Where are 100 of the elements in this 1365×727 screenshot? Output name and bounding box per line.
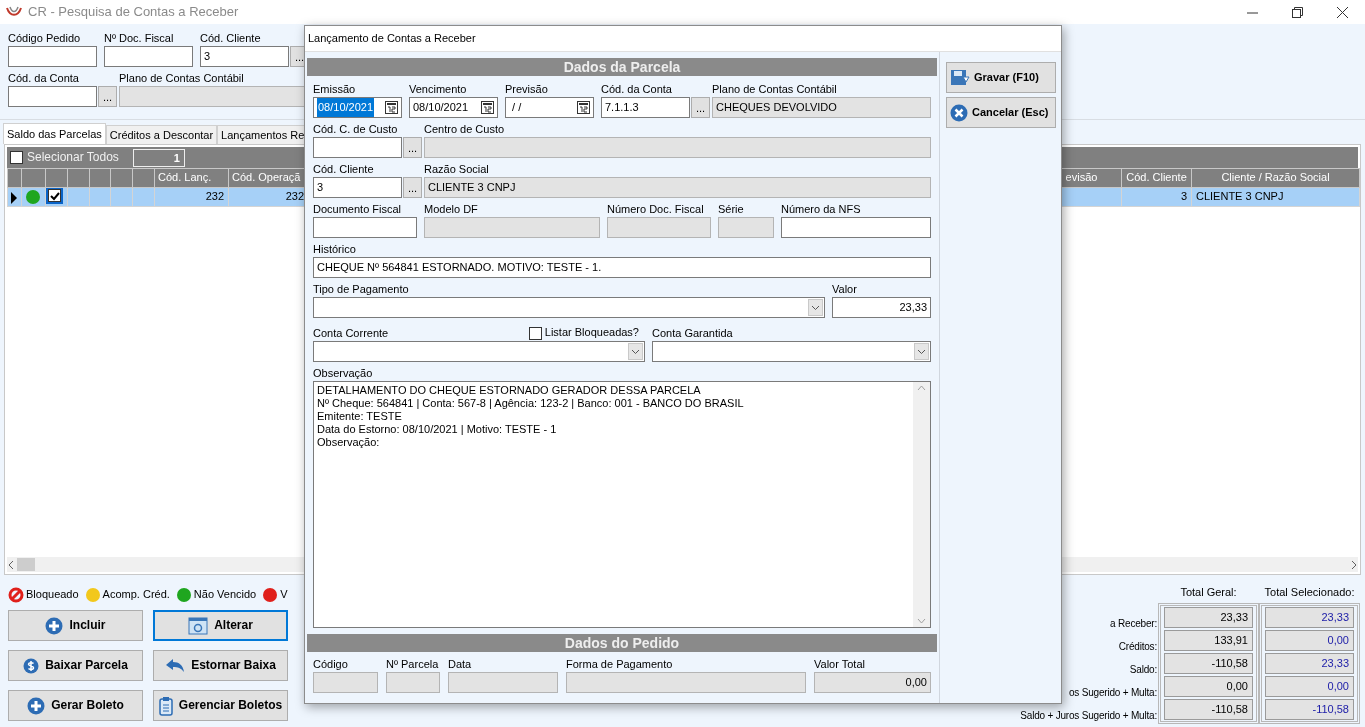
calendar-icon (385, 101, 398, 114)
input-field[interactable] (8, 86, 97, 107)
field-label: Previsão (505, 82, 549, 97)
lookup-button[interactable]: ... (403, 137, 422, 158)
total-label: Saldo + Juros Sugerido + Multa: (1020, 709, 1158, 722)
back-arrow-icon (165, 657, 186, 674)
action-button[interactable]: Alterar (153, 610, 288, 641)
tab[interactable]: Saldo das Parcelas (3, 123, 106, 144)
column-header: Cliente / Razão Social (1191, 168, 1360, 188)
input-field[interactable]: 3 (200, 46, 289, 67)
input-field[interactable] (781, 217, 931, 238)
action-button[interactable]: Estornar Baixa (153, 650, 288, 681)
field-label: Plano de Contas Contábil (712, 82, 838, 97)
field-label: Número da NFS (781, 202, 862, 217)
checkbox-label: Listar Bloqueadas? (544, 326, 639, 340)
field-label: Código (313, 657, 349, 672)
calendar-icon (481, 101, 494, 114)
total-value: 0,00 (1265, 630, 1354, 651)
input-field[interactable]: CHEQUE Nº 564841 ESTORNADO. MOTIVO: TESTE - 1. (313, 257, 931, 278)
legend-label: Bloqueado (26, 588, 79, 602)
readonly-field (718, 217, 774, 238)
plus-icon (27, 696, 46, 715)
action-button[interactable]: Baixar Parcela (8, 650, 143, 681)
input-field[interactable]: 3 (313, 177, 402, 198)
memo-field[interactable] (313, 381, 931, 628)
scroll-left-icon (7, 559, 15, 570)
total-value: -110,58 (1164, 653, 1253, 674)
dropdown-field[interactable] (313, 297, 825, 318)
calendar-icon (577, 101, 590, 114)
field-label: Cód. da Conta (8, 71, 80, 86)
app-logo-icon (6, 5, 22, 19)
readonly-field (313, 672, 378, 693)
restore-icon (1292, 6, 1303, 18)
plus-icon (45, 616, 64, 635)
field-label: Tipo de Pagamento (313, 282, 410, 297)
input-field[interactable] (8, 46, 97, 67)
lookup-button[interactable]: ... (403, 177, 422, 198)
legend-label: Acomp. Créd. (102, 588, 170, 602)
row-pointer-icon (10, 191, 18, 204)
input-field[interactable]: 23,33 (832, 297, 931, 318)
column-header: Cód. Lanç. (154, 168, 229, 188)
field-label: Conta Corrente (313, 326, 389, 341)
field-label: Código Pedido (8, 31, 82, 46)
scroll-right-icon (1350, 559, 1358, 570)
input-field[interactable] (104, 46, 193, 67)
date-field[interactable]: 08/10/2021 (313, 97, 402, 118)
total-label: a Receber: (1109, 617, 1158, 630)
readonly-field (386, 672, 440, 693)
readonly-field: CLIENTE 3 CNPJ (424, 177, 931, 198)
chevron-down-icon (914, 343, 929, 360)
action-button[interactable]: Gerenciar Boletos (153, 690, 288, 721)
input-field[interactable] (313, 217, 417, 238)
cancel-button[interactable]: Cancelar (Esc) (946, 97, 1056, 128)
tab[interactable]: Créditos a Descontar (105, 125, 218, 144)
field-label: Documento Fiscal (313, 202, 403, 217)
lookup-button[interactable]: ... (691, 97, 710, 118)
dollar-icon (23, 657, 40, 674)
text-line: Data do Estorno: 08/10/2021 | Motivo: TESTE - 1 (317, 423, 558, 436)
section-header: Dados da Parcela (307, 58, 937, 76)
checkbox[interactable] (48, 189, 61, 203)
input-field[interactable] (313, 137, 402, 158)
total-label: Créditos: (1117, 640, 1158, 653)
text-line: Observação: (317, 436, 381, 449)
field-label: Número Doc. Fiscal (607, 202, 705, 217)
dropdown-field[interactable] (313, 341, 645, 362)
close-icon (1337, 6, 1348, 18)
total-value: 23,33 (1164, 607, 1253, 628)
field-label: Data (448, 657, 473, 672)
dropdown-field[interactable] (652, 341, 931, 362)
total-value: 23,33 (1265, 607, 1354, 628)
field-label: Emissão (313, 82, 357, 97)
lookup-button[interactable]: ... (98, 86, 117, 107)
date-field[interactable]: / / (505, 97, 594, 118)
field-label: Cód. da Conta (601, 82, 673, 97)
date-field[interactable]: 08/10/2021 (409, 97, 498, 118)
checkbox[interactable] (10, 151, 23, 164)
dialog-title: Lançamento de Contas a Receber (305, 26, 1061, 51)
field-label: Cód. Cliente (313, 162, 375, 177)
total-value: -110,58 (1164, 699, 1253, 720)
input-field[interactable]: 7.1.1.3 (601, 97, 690, 118)
field-label: Conta Garantida (652, 326, 734, 341)
field-label: Série (718, 202, 745, 217)
field-label: Cód. C. de Custo (313, 122, 399, 137)
text-line: Nº Cheque: 564841 | Conta: 567-8 | Agência: 123-2 | Banco: 001 - BANCO DO BRASIL (317, 397, 745, 410)
action-button[interactable]: Gerar Boleto (8, 690, 143, 721)
total-label: Saldo: (1128, 663, 1158, 676)
action-button[interactable]: Incluir (8, 610, 143, 641)
scroll-up-icon (917, 385, 926, 391)
field-label: Vencimento (409, 82, 468, 97)
legend-label: Não Vencido (193, 588, 257, 602)
total-value: 133,91 (1164, 630, 1253, 651)
field-label: Forma de Pagamento (566, 657, 674, 672)
text-line: Emitente: TESTE (317, 410, 403, 423)
readonly-field: 0,00 (814, 672, 931, 693)
field-label: Cód. Cliente (200, 31, 262, 46)
vertical-scrollbar[interactable] (913, 382, 930, 627)
save-button[interactable]: Gravar (F10) (946, 62, 1056, 93)
field-label: Modelo DF (424, 202, 479, 217)
scrollbar-thumb[interactable] (17, 558, 35, 571)
checkbox[interactable] (528, 326, 542, 340)
